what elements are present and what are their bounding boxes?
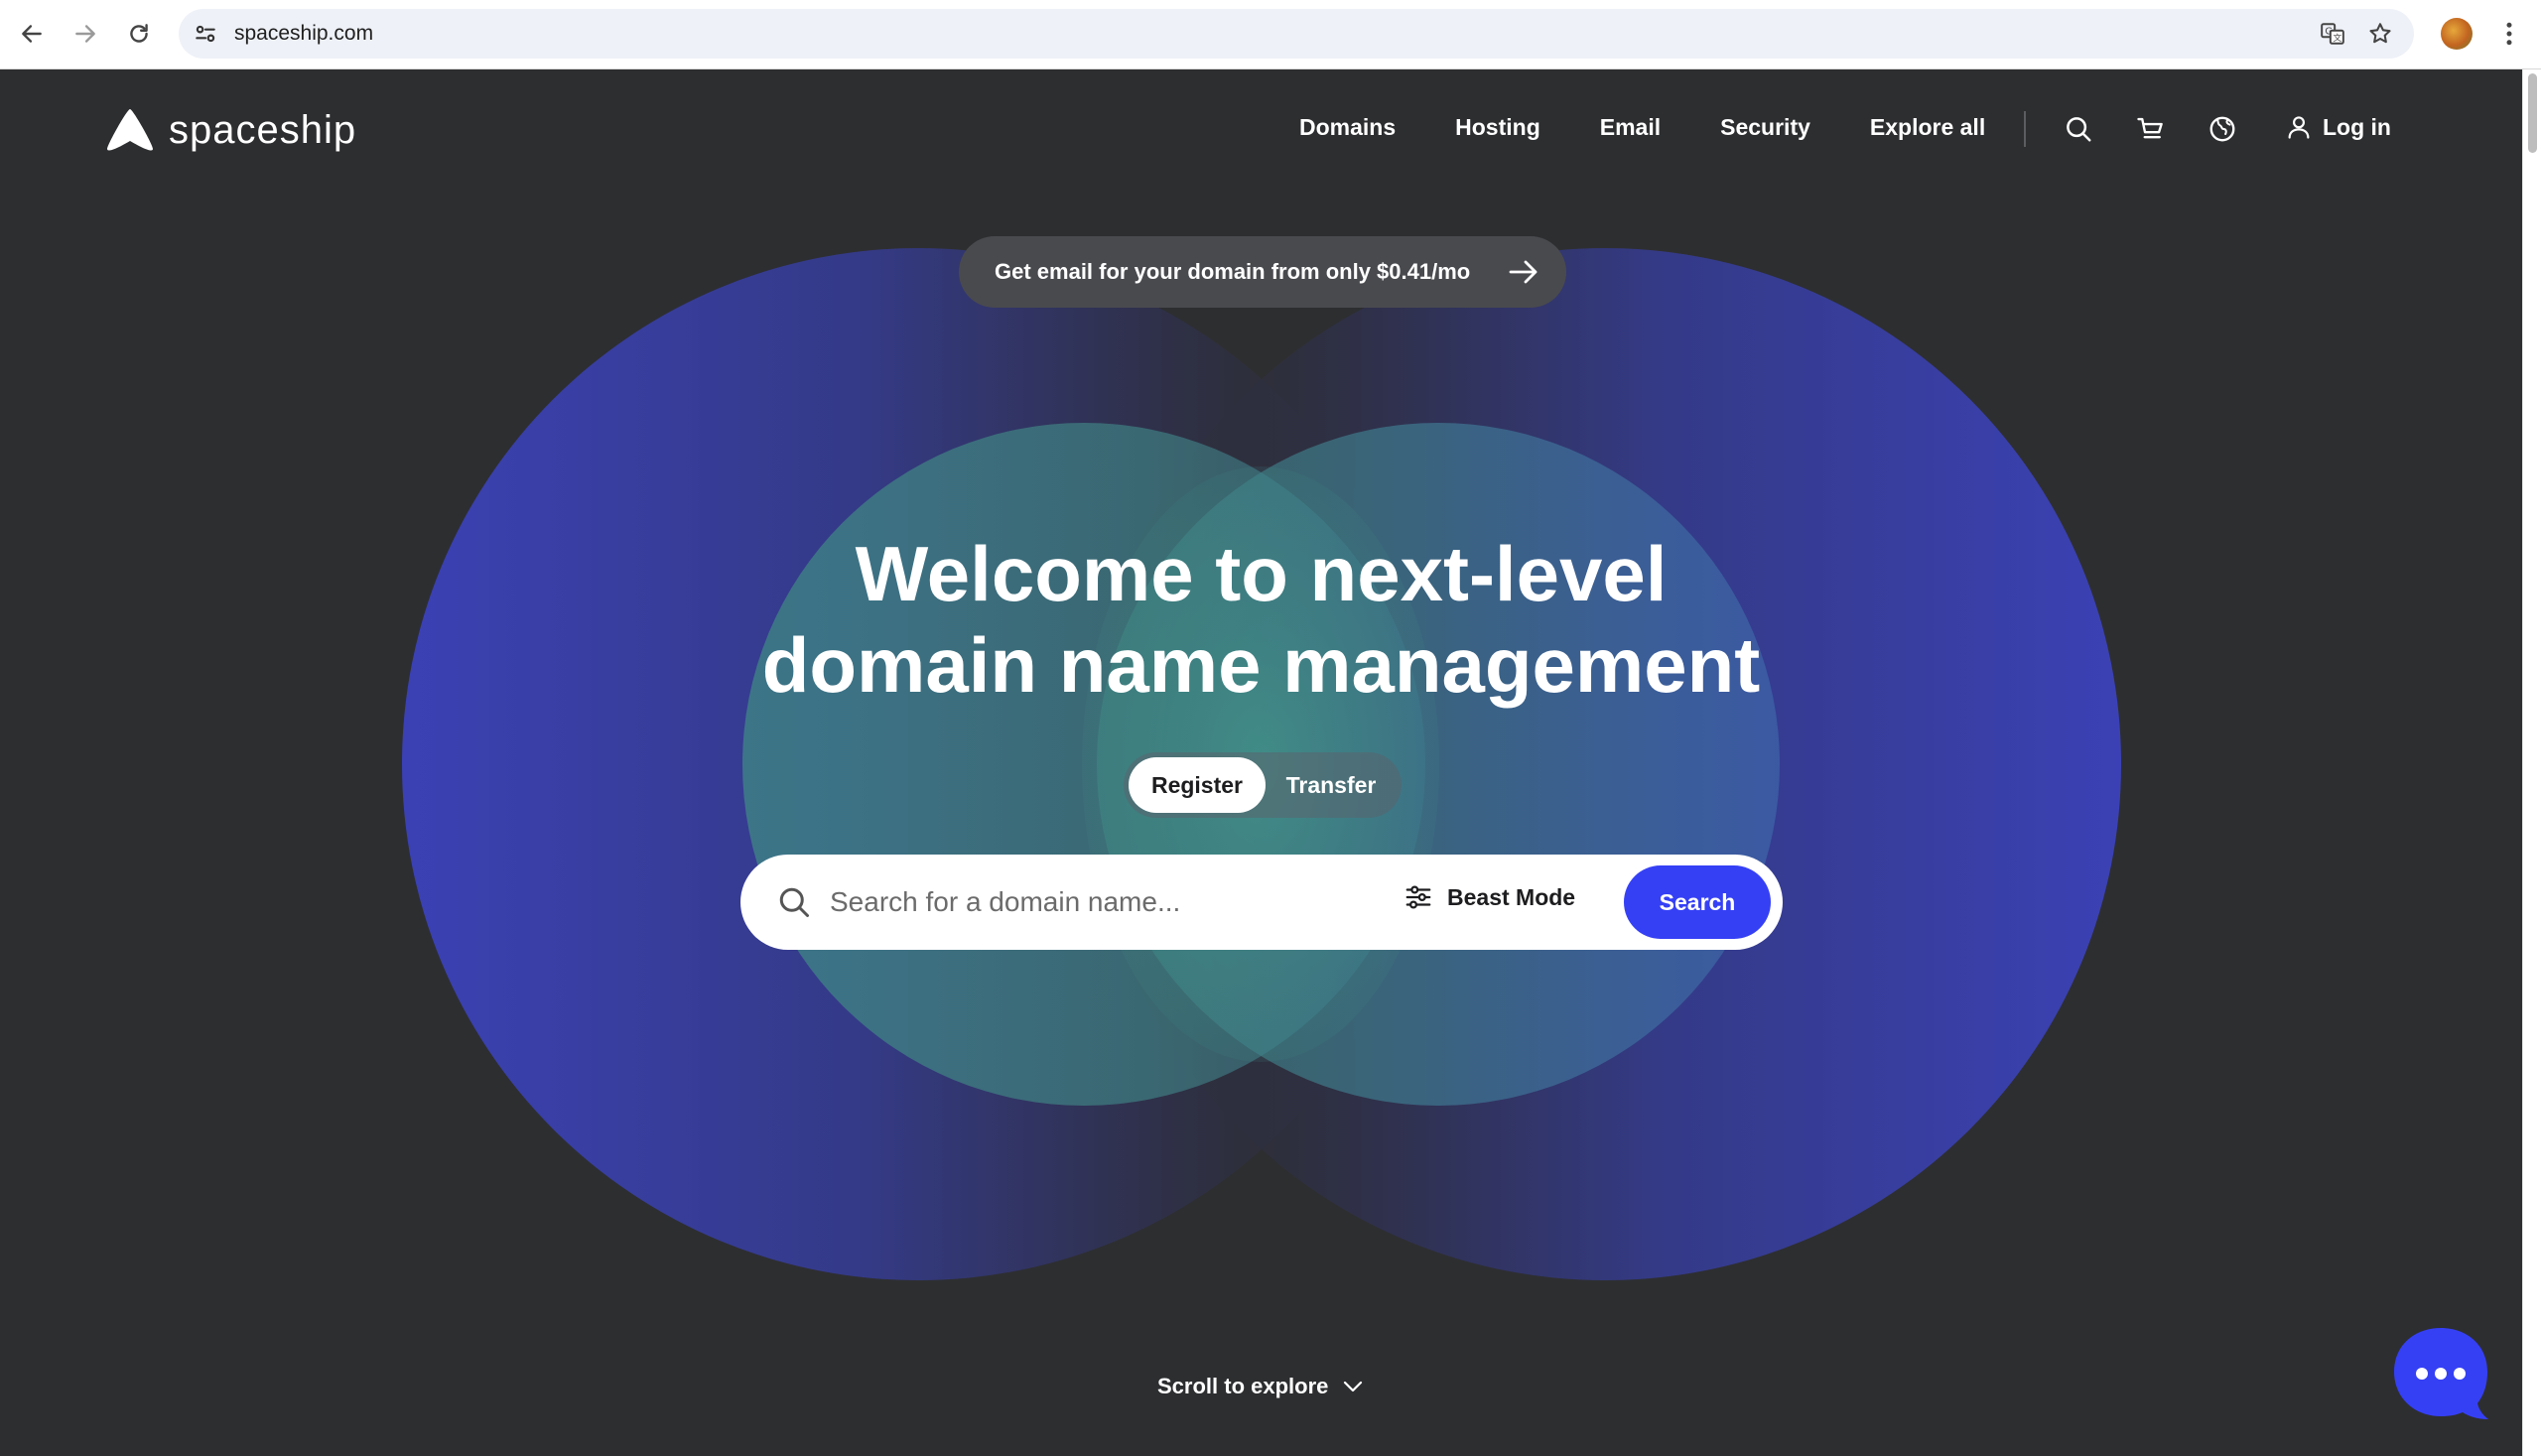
nav-divider: [2024, 111, 2026, 147]
tune-icon[interactable]: [193, 21, 218, 47]
nav-domains[interactable]: Domains: [1299, 114, 1396, 141]
login-link[interactable]: Log in: [2285, 113, 2391, 141]
arrow-right-icon: [75, 25, 95, 43]
scroll-label: Scroll to explore: [1157, 1374, 1329, 1398]
arrow-left-icon: [22, 25, 42, 43]
svg-text:文: 文: [2334, 32, 2342, 44]
nav-email[interactable]: Email: [1600, 114, 1661, 141]
hero-title-line-2: domain name management: [761, 621, 1761, 709]
cart-icon[interactable]: [2136, 114, 2166, 144]
page-scrollbar[interactable]: [2522, 69, 2541, 1456]
tab-register[interactable]: Register: [1129, 757, 1266, 813]
search-icon: [779, 887, 809, 917]
arrow-right-icon: [1509, 260, 1538, 284]
scrollbar-thumb[interactable]: [2528, 73, 2537, 153]
nav-security[interactable]: Security: [1720, 114, 1810, 141]
page-body: spaceship Domains Hosting Email Security…: [0, 69, 2522, 1456]
reload-button[interactable]: [121, 16, 157, 52]
search-button[interactable]: Search: [1624, 865, 1771, 939]
beast-mode-label: Beast Mode: [1447, 883, 1576, 910]
kebab-icon[interactable]: [2494, 18, 2524, 50]
reload-icon: [130, 24, 148, 43]
beast-mode-button[interactable]: Beast Mode: [1404, 882, 1575, 912]
address-bar[interactable]: spaceship.com G文: [179, 9, 2414, 59]
sliders-icon: [1405, 885, 1431, 909]
domain-search-input[interactable]: [830, 876, 1326, 928]
browser-toolbar: spaceship.com G文: [0, 0, 2541, 69]
login-label: Log in: [2323, 113, 2391, 140]
register-transfer-toggle: Register Transfer: [1124, 752, 1402, 818]
profile-avatar[interactable]: [2441, 18, 2473, 50]
search-icon[interactable]: [2064, 114, 2093, 144]
back-button[interactable]: [14, 16, 50, 52]
chat-bubble-icon[interactable]: [2392, 1326, 2489, 1421]
email-promo-banner[interactable]: Get email for your domain from only $0.4…: [959, 236, 1566, 308]
translate-icon[interactable]: G文: [2320, 21, 2345, 47]
star-icon[interactable]: [2367, 21, 2393, 47]
rocket-logo-icon: [107, 109, 153, 151]
hero-title-line-1: Welcome to next-level: [855, 530, 1668, 617]
nav-explore-all[interactable]: Explore all: [1870, 114, 1985, 141]
main-navigation: Domains Hosting Email Security Explore a…: [1299, 114, 1985, 141]
promo-text: Get email for your domain from only $0.4…: [995, 259, 1471, 284]
spaceship-logo[interactable]: spaceship: [105, 107, 356, 153]
user-icon: [2288, 116, 2310, 139]
nav-hosting[interactable]: Hosting: [1455, 114, 1540, 141]
brand-name: spaceship: [169, 107, 357, 152]
domain-search-bar: Beast Mode Search: [740, 855, 1783, 950]
scroll-to-explore[interactable]: Scroll to explore: [1157, 1374, 1364, 1399]
globe-icon[interactable]: [2207, 114, 2237, 144]
forward-button[interactable]: [67, 16, 103, 52]
hero-title: Welcome to next-level domain name manage…: [0, 528, 2522, 711]
chevron-down-icon: [1344, 1381, 1363, 1392]
url-text[interactable]: spaceship.com: [234, 9, 373, 59]
tab-transfer[interactable]: Transfer: [1270, 757, 1392, 813]
